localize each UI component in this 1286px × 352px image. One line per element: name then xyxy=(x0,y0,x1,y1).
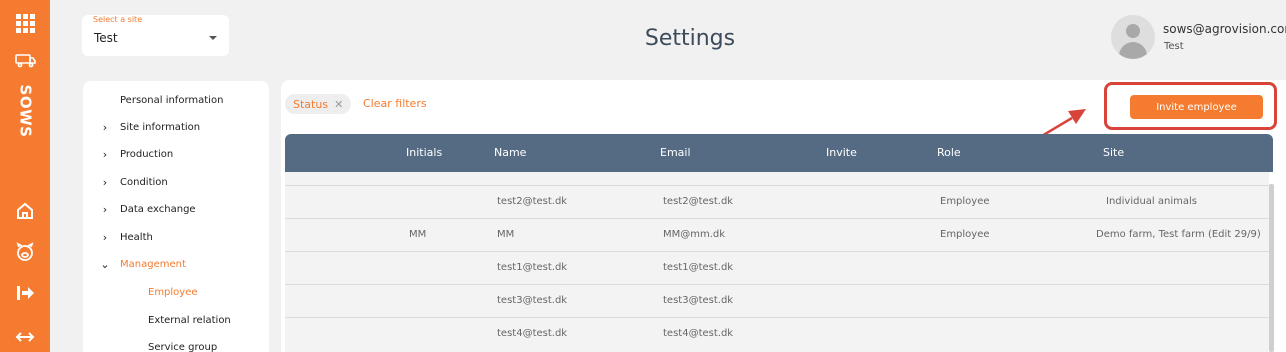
column-header[interactable]: Name xyxy=(494,146,526,159)
table-row[interactable]: MM MM MM@mm.dk Employee Demo farm, Test … xyxy=(285,218,1269,251)
column-header[interactable]: Role xyxy=(937,146,961,159)
column-header[interactable]: Site xyxy=(1103,146,1124,159)
table-row[interactable]: test2@test.dk test2@test.dk Employee Ind… xyxy=(285,185,1269,218)
table-row[interactable]: test1@test.dk test1@test.dk xyxy=(285,251,1269,284)
table-header: Initials Name Email Invite Role Site xyxy=(285,134,1273,172)
cell-email: test3@test.dk xyxy=(663,295,734,306)
cell-email: MM@mm.dk xyxy=(663,229,726,240)
cell-role: Employee xyxy=(940,229,990,240)
cell-name: test3@test.dk xyxy=(497,295,568,306)
cell-name: MM xyxy=(497,229,515,240)
column-header[interactable]: Initials xyxy=(406,146,442,159)
cell-name: test2@test.dk xyxy=(497,196,568,207)
cell-role: Employee xyxy=(940,196,990,207)
column-header[interactable]: Invite xyxy=(826,146,857,159)
cell-site: Individual animals xyxy=(1106,196,1197,207)
table-scrollbar[interactable] xyxy=(1269,184,1274,352)
cell-initials: MM xyxy=(409,229,427,240)
cell-email: test4@test.dk xyxy=(663,328,734,339)
column-header[interactable]: Email xyxy=(660,146,691,159)
cell-name: test4@test.dk xyxy=(497,328,568,339)
table-row[interactable]: test3@test.dk test3@test.dk xyxy=(285,284,1269,317)
cell-email: test2@test.dk xyxy=(663,196,734,207)
cell-site: Demo farm, Test farm (Edit 29/9) xyxy=(1096,229,1261,240)
table-body: test2@test.dk test2@test.dk Employee Ind… xyxy=(285,172,1269,352)
cell-email: test1@test.dk xyxy=(663,262,734,273)
cell-name: test1@test.dk xyxy=(497,262,568,273)
table-row[interactable]: test4@test.dk test4@test.dk xyxy=(285,317,1269,350)
